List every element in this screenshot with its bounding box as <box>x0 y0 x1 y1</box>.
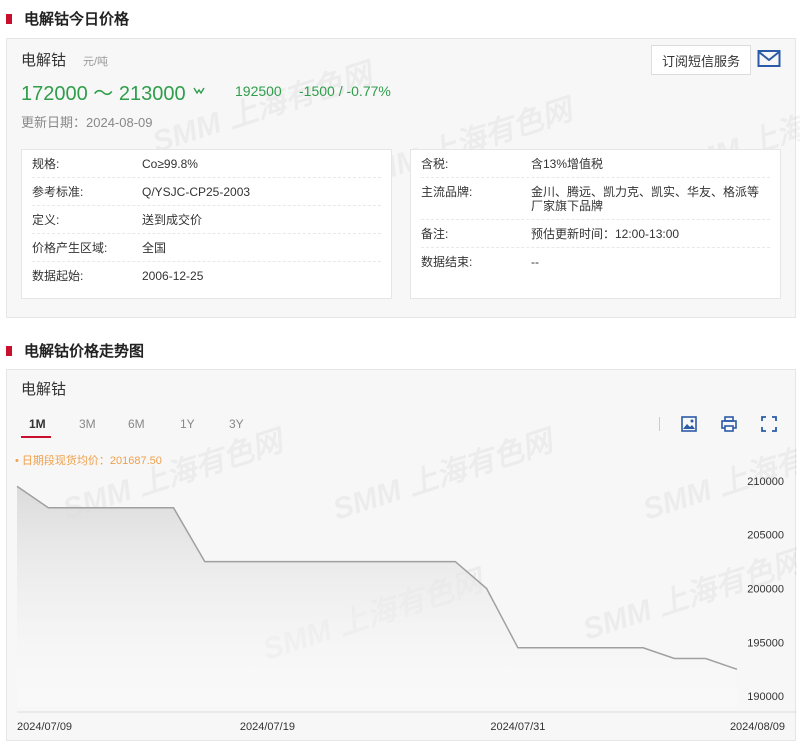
data-point[interactable] <box>171 505 177 511</box>
subscribe-sms-button[interactable]: 订阅短信服务 <box>651 45 751 75</box>
spec-key: 定义: <box>32 213 60 227</box>
data-point[interactable] <box>734 666 740 672</box>
data-point[interactable] <box>45 505 51 511</box>
data-point[interactable] <box>452 559 458 565</box>
spec-value: -- <box>531 255 539 269</box>
data-point[interactable] <box>703 656 709 662</box>
data-point[interactable] <box>264 559 270 565</box>
spec-table-left: 规格: Co≥99.8% 参考标准: Q/YSJC-CP25-2003 定义: 送到成交价… <box>21 149 392 299</box>
data-point[interactable] <box>484 586 490 592</box>
section-title-text: 电解钴价格走势图 <box>24 343 145 360</box>
data-point[interactable] <box>671 656 677 662</box>
price-trend-chart: SMM 上海有色网SMM 上海有色网SMM 上海有色网SMM 上海有色网SMM … <box>14 423 797 733</box>
data-point[interactable] <box>108 505 114 511</box>
y-tick-label: 190000 <box>747 691 784 703</box>
spec-value: 金川、腾远、凯力克、凯实、华友、格派等厂家旗下品牌 <box>531 185 760 213</box>
spec-key: 价格产生区域: <box>32 241 108 255</box>
section-title-today-price: 电解钴今日价格 <box>6 8 129 29</box>
price-range: 172000 ～ 213000 <box>21 83 186 105</box>
spec-row: 价格产生区域: 全国 <box>32 234 381 262</box>
product-unit: 元/吨 <box>83 56 109 68</box>
data-point[interactable] <box>577 645 583 651</box>
data-point[interactable] <box>77 505 83 511</box>
data-point[interactable] <box>14 483 20 489</box>
data-point[interactable] <box>139 505 145 511</box>
spec-value: 全国 <box>142 241 167 255</box>
down-arrow-icon <box>193 87 205 98</box>
spec-key: 数据结束: <box>421 255 473 269</box>
spec-key: 数据起始: <box>32 269 84 283</box>
spec-row: 参考标准: Q/YSJC-CP25-2003 <box>32 178 381 206</box>
average-price: 192500 <box>235 83 282 99</box>
spec-key: 参考标准: <box>32 185 84 199</box>
spec-value: Co≥99.8% <box>142 157 198 171</box>
spec-row: 数据结束: -- <box>421 248 770 275</box>
update-date: 更新日期：2024-08-09 <box>21 115 153 130</box>
data-point[interactable] <box>421 559 427 565</box>
x-tick-label: 2024/07/31 <box>490 721 545 733</box>
x-tick-label: 2024/07/09 <box>17 721 72 733</box>
section-title-price-trend: 电解钴价格走势图 <box>6 340 144 361</box>
x-tick-label: 2024/08/09 <box>730 721 785 733</box>
y-tick-label: 210000 <box>747 476 784 488</box>
product-name: 电解钴 <box>21 52 67 69</box>
spec-value: 送到成交价 <box>142 213 203 227</box>
spec-table-right: 含税: 含13%增值税主流品牌: 金川、腾远、凯力克、凯实、华友、格派等厂家旗下品牌… <box>410 149 781 299</box>
y-tick-label: 205000 <box>747 530 784 542</box>
title-marker <box>6 13 12 24</box>
spec-row: 定义: 送到成交价 <box>32 206 381 234</box>
data-point[interactable] <box>640 645 646 651</box>
watermark: SMM 上海有色网 <box>329 423 560 526</box>
data-point[interactable] <box>296 559 302 565</box>
section-title-text: 电解钴今日价格 <box>24 11 130 28</box>
data-point[interactable] <box>390 559 396 565</box>
y-tick-label: 200000 <box>747 584 784 596</box>
spec-key: 备注: <box>421 227 449 241</box>
spec-value: 2006-12-25 <box>142 269 204 283</box>
spec-row: 备注: 预估更新时间：12:00-13:00 <box>421 220 770 248</box>
x-tick-label: 2024/07/19 <box>240 721 295 733</box>
data-point[interactable] <box>327 559 333 565</box>
trend-chart-panel: 电解钴 1M 3M 6M 1Y 3Y • 日期段现货均价：201687.50 S… <box>6 369 797 741</box>
spec-key: 含税: <box>421 157 449 171</box>
spec-value: 预估更新时间：12:00-13:00 <box>531 227 680 241</box>
mail-icon[interactable] <box>757 49 781 69</box>
data-point[interactable] <box>515 645 521 651</box>
data-point[interactable] <box>358 559 364 565</box>
spec-value: 含13%增值税 <box>531 157 604 171</box>
spec-key: 主流品牌: <box>421 185 473 199</box>
data-point[interactable] <box>233 559 239 565</box>
data-point[interactable] <box>546 645 552 651</box>
data-point[interactable] <box>609 645 615 651</box>
y-tick-label: 195000 <box>747 637 784 649</box>
spec-row: 主流品牌: 金川、腾远、凯力克、凯实、华友、格派等厂家旗下品牌 <box>421 178 770 220</box>
spec-row: 含税: 含13%增值税 <box>421 150 770 178</box>
data-point[interactable] <box>202 559 208 565</box>
spec-row: 规格: Co≥99.8% <box>32 150 381 178</box>
title-marker <box>6 345 12 356</box>
price-area <box>17 486 737 707</box>
price-change: -1500 / -0.77% <box>299 83 391 99</box>
spec-key: 规格: <box>32 157 60 171</box>
spec-row: 数据起始: 2006-12-25 <box>32 262 381 289</box>
price-info-panel: SMM 上海有色网 SMM 上海有色网 SMM 上海有色网 电解钴 元/吨 17… <box>6 38 800 318</box>
spec-value: Q/YSJC-CP25-2003 <box>142 185 251 199</box>
